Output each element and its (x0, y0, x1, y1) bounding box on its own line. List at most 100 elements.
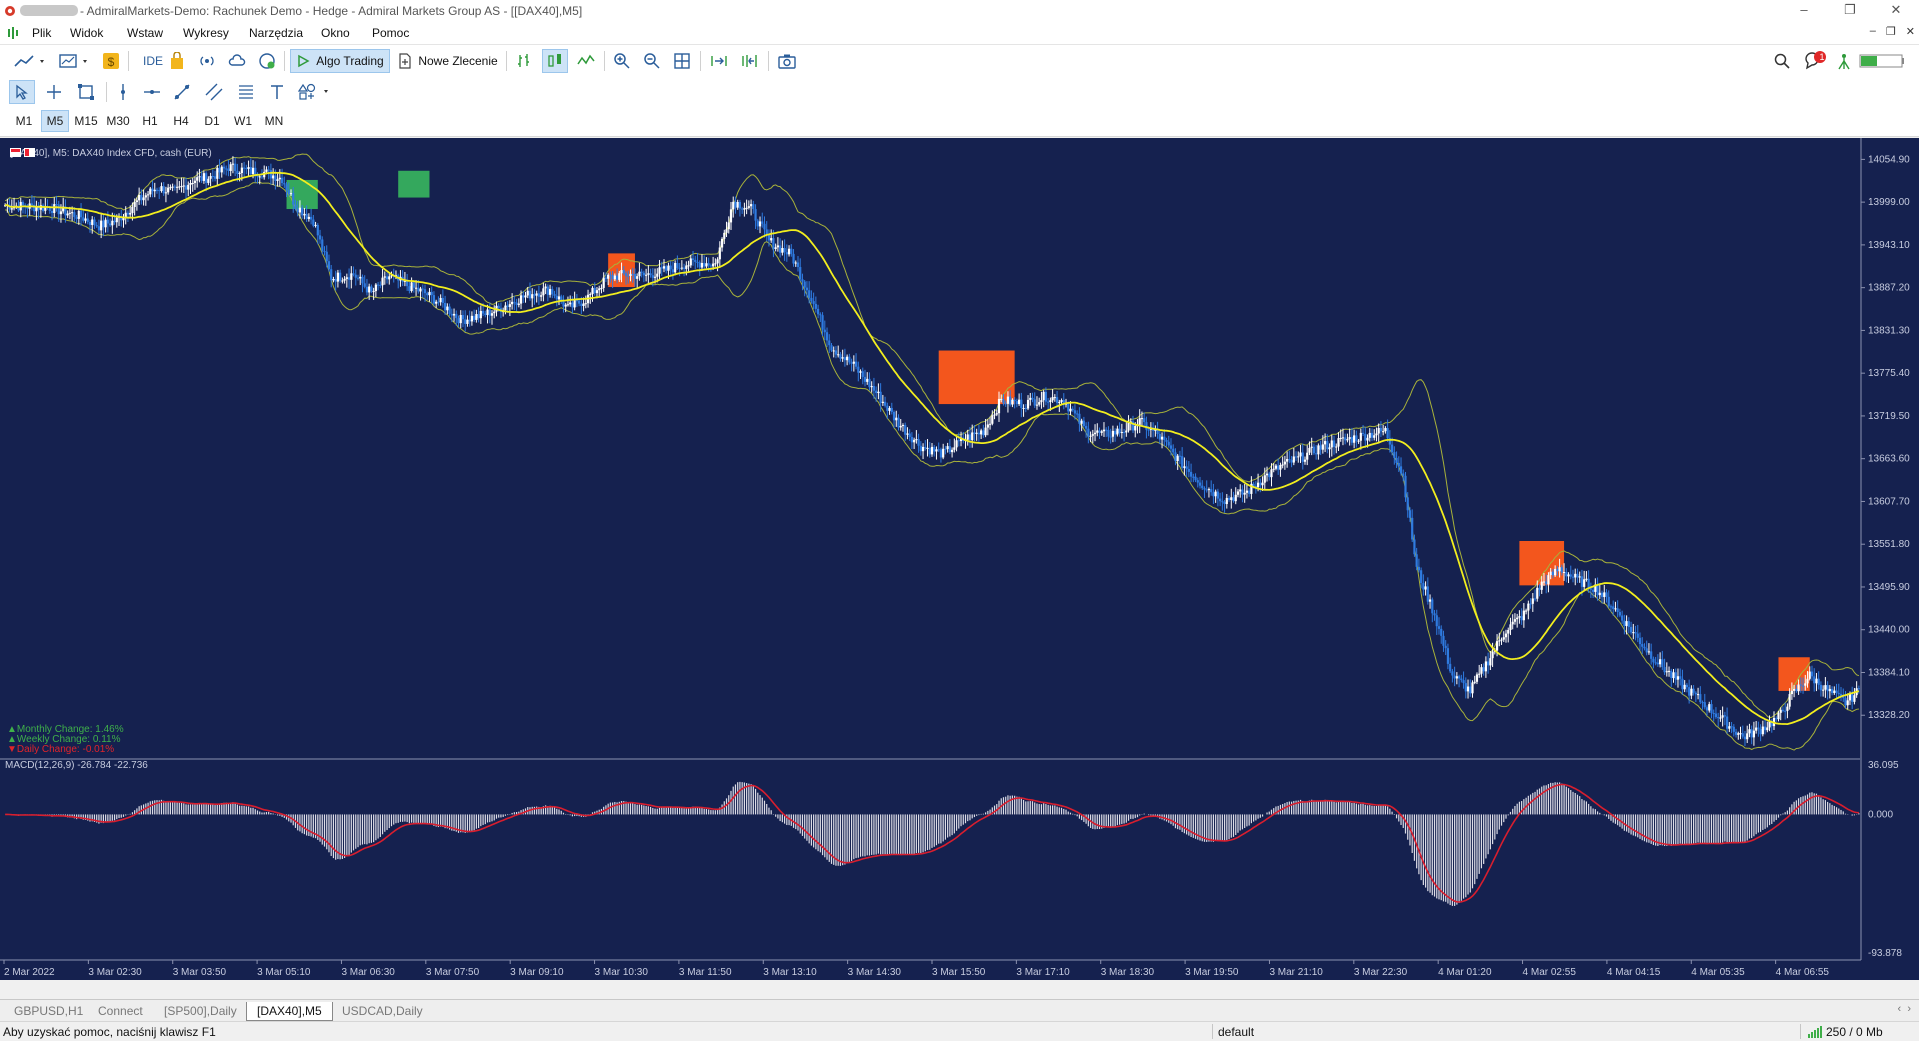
candle-body (1120, 432, 1123, 434)
auto-scroll-button[interactable] (706, 49, 732, 73)
channel-tool[interactable] (202, 80, 226, 104)
candle-body (1819, 684, 1823, 691)
cursor-tool[interactable] (9, 80, 35, 104)
screenshot-button[interactable] (774, 49, 800, 73)
candle-body (238, 173, 241, 175)
candle-body (1701, 702, 1704, 704)
timeframe-m30[interactable]: M30 (104, 110, 132, 132)
text-tool[interactable] (266, 80, 288, 104)
notifications-button[interactable]: 1 (1802, 49, 1828, 73)
candle-body (91, 219, 94, 225)
candle-body (968, 434, 972, 441)
menu-tools[interactable]: Narzędzia (249, 26, 303, 40)
candle-body (1665, 671, 1668, 673)
zoom-out-button[interactable] (640, 49, 664, 73)
candle-body (951, 449, 954, 453)
candle-body (1040, 400, 1043, 403)
close-button[interactable]: ✕ (1873, 0, 1919, 22)
algo-trading-button[interactable]: Algo Trading (290, 49, 390, 73)
time-tick-label: 3 Mar 18:30 (1101, 967, 1155, 978)
timeframe-d1[interactable]: D1 (198, 110, 226, 132)
chart-type-dropdown[interactable] (10, 49, 50, 73)
maximize-button[interactable]: ❐ (1827, 0, 1873, 22)
candle-body (1853, 695, 1856, 702)
menu-insert[interactable]: Wstaw (127, 26, 163, 40)
candlestick-button[interactable] (542, 49, 568, 73)
signals-button[interactable] (196, 49, 218, 73)
vps-button[interactable] (226, 49, 248, 73)
candle-body (325, 251, 328, 262)
candle-body (1350, 437, 1353, 443)
candle-body (1201, 485, 1204, 489)
line-chart-button[interactable] (574, 49, 598, 73)
tab-dax40[interactable]: [DAX40],M5 (246, 1002, 333, 1021)
candle-body (555, 295, 558, 300)
candle-body (129, 212, 132, 215)
horizontal-line-tool[interactable] (140, 80, 164, 104)
mdi-minimize-button[interactable]: – (1870, 25, 1876, 38)
candle-body (1004, 403, 1007, 405)
select-area-tool[interactable] (74, 80, 98, 104)
price-chart[interactable]: 14054.90 13999.00 13943.10 13887.20 13831.30… (0, 138, 1919, 980)
tab-connect[interactable]: Connect (88, 1002, 153, 1020)
shapes-dropdown[interactable] (296, 80, 336, 104)
candle-body (160, 186, 163, 191)
menu-file[interactable]: Plik (32, 26, 51, 40)
tab-gbpusd[interactable]: GBPUSD,H1 (4, 1002, 93, 1020)
menu-help[interactable]: Pomoc (372, 26, 409, 40)
chart-shift-button[interactable] (736, 49, 762, 73)
signal-strength-button[interactable] (1834, 49, 1854, 73)
candle-body (341, 280, 344, 282)
menu-charts[interactable]: Wykresy (183, 26, 229, 40)
timeframe-m5[interactable]: M5 (41, 110, 69, 132)
vertical-line-tool[interactable] (112, 80, 134, 104)
timeframe-mn[interactable]: MN (260, 110, 288, 132)
price-tick-label: 13943.10 (1868, 240, 1910, 251)
candle-body (365, 286, 369, 293)
fibonacci-tool[interactable] (234, 80, 258, 104)
timeframe-m1[interactable]: M1 (10, 110, 38, 132)
templates-dropdown[interactable] (56, 49, 94, 73)
chart-window[interactable]: 14054.90 13999.00 13943.10 13887.20 13831.30… (0, 138, 1919, 980)
battery-icon (1859, 54, 1904, 68)
candle-body (93, 219, 96, 226)
tab-sp500[interactable]: [SP500],Daily (154, 1002, 247, 1020)
line-chart-icon (14, 55, 44, 67)
candle-body (1529, 603, 1532, 605)
timeframe-h4[interactable]: H4 (167, 110, 195, 132)
candle-body (1641, 644, 1644, 647)
mdi-restore-button[interactable]: ❐ (1886, 25, 1896, 38)
search-button[interactable] (1770, 49, 1794, 73)
market-button[interactable] (166, 49, 188, 73)
chart-system-icon[interactable] (6, 26, 20, 40)
community-button[interactable] (256, 49, 278, 73)
new-order-icon (399, 53, 411, 69)
candle-body (604, 277, 608, 279)
trendline-tool[interactable] (170, 80, 194, 104)
candle-body (551, 288, 554, 295)
tile-windows-button[interactable] (670, 49, 694, 73)
drawing-toolbar (0, 76, 1919, 106)
tab-scroll-buttons[interactable]: ‹ › (1898, 1003, 1911, 1015)
candle-body (638, 271, 641, 277)
zoom-in-button[interactable] (610, 49, 634, 73)
crosshair-tool[interactable] (42, 80, 66, 104)
candle-body (113, 220, 116, 223)
menu-window[interactable]: Okno (321, 26, 350, 40)
timeframe-m15[interactable]: M15 (72, 110, 100, 132)
candle-body (1122, 432, 1126, 434)
new-order-button[interactable]: Nowe Zlecenie (396, 49, 500, 73)
timeframe-h1[interactable]: H1 (136, 110, 164, 132)
bar-chart-button[interactable] (512, 49, 536, 73)
candle-body (153, 189, 156, 192)
minimize-button[interactable]: – (1781, 0, 1827, 22)
mdi-close-button[interactable]: ✕ (1906, 25, 1915, 38)
timeframe-w1[interactable]: W1 (229, 110, 257, 132)
candle-body (1308, 447, 1311, 453)
candle-body (108, 223, 112, 226)
tab-usdcad[interactable]: USDCAD,Daily (332, 1002, 433, 1020)
menu-view[interactable]: Widok (70, 26, 103, 40)
candle-body (540, 295, 543, 297)
candle-body (1830, 688, 1834, 694)
market-watch-button[interactable]: $ (100, 49, 122, 73)
